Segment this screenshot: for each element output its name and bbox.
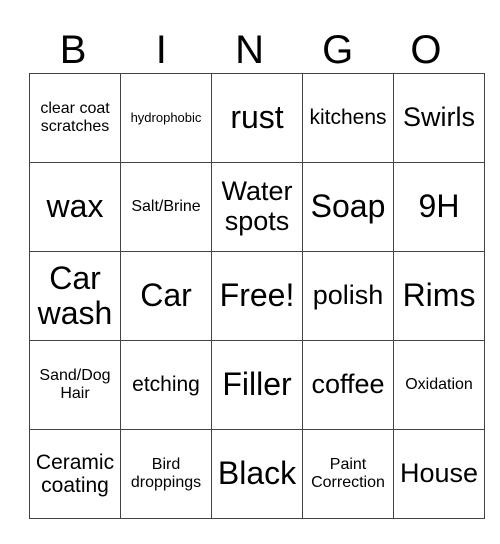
header-letter-g: G [322, 28, 354, 72]
header-letter-b: B [59, 28, 87, 72]
bingo-cell[interactable]: House [393, 429, 485, 519]
bingo-cell[interactable]: hydrophobic [120, 73, 212, 163]
header-letter-n: N [235, 28, 264, 72]
bingo-cell[interactable]: Car [120, 251, 212, 341]
bingo-cell[interactable]: coffee [302, 340, 394, 430]
bingo-cell[interactable]: Oxidation [393, 340, 485, 430]
bingo-cell[interactable]: Salt/Brine [120, 162, 212, 252]
bingo-cell[interactable]: polish [302, 251, 394, 341]
bingo-cell[interactable]: Black [211, 429, 303, 519]
grid-row: Car wash Car Free! polish Rims [29, 251, 485, 341]
bingo-cell[interactable]: Car wash [29, 251, 121, 341]
free-space-cell[interactable]: Free! [211, 251, 303, 341]
bingo-cell[interactable]: kitchens [302, 73, 394, 163]
bingo-grid: clear coat scratches hydrophobic rust ki… [29, 73, 485, 519]
grid-row: clear coat scratches hydrophobic rust ki… [29, 73, 485, 163]
bingo-cell[interactable]: Sand/Dog Hair [29, 340, 121, 430]
bingo-cell[interactable]: rust [211, 73, 303, 163]
bingo-cell[interactable]: Filler [211, 340, 303, 430]
bingo-cell[interactable]: Paint Correction [302, 429, 394, 519]
bingo-header: B I N G O [29, 28, 470, 73]
header-letter-o: O [410, 28, 442, 72]
bingo-cell[interactable]: clear coat scratches [29, 73, 121, 163]
grid-row: Ceramic coating Bird droppings Black Pai… [29, 429, 485, 519]
bingo-cell[interactable]: Soap [302, 162, 394, 252]
grid-row: Sand/Dog Hair etching Filler coffee Oxid… [29, 340, 485, 430]
bingo-cell[interactable]: wax [29, 162, 121, 252]
grid-row: wax Salt/Brine Water spots Soap 9H [29, 162, 485, 252]
bingo-cell[interactable]: Swirls [393, 73, 485, 163]
bingo-cell[interactable]: Water spots [211, 162, 303, 252]
bingo-cell[interactable]: 9H [393, 162, 485, 252]
bingo-cell[interactable]: Ceramic coating [29, 429, 121, 519]
bingo-cell[interactable]: etching [120, 340, 212, 430]
bingo-cell[interactable]: Bird droppings [120, 429, 212, 519]
bingo-cell[interactable]: Rims [393, 251, 485, 341]
header-letter-i: I [155, 28, 167, 72]
